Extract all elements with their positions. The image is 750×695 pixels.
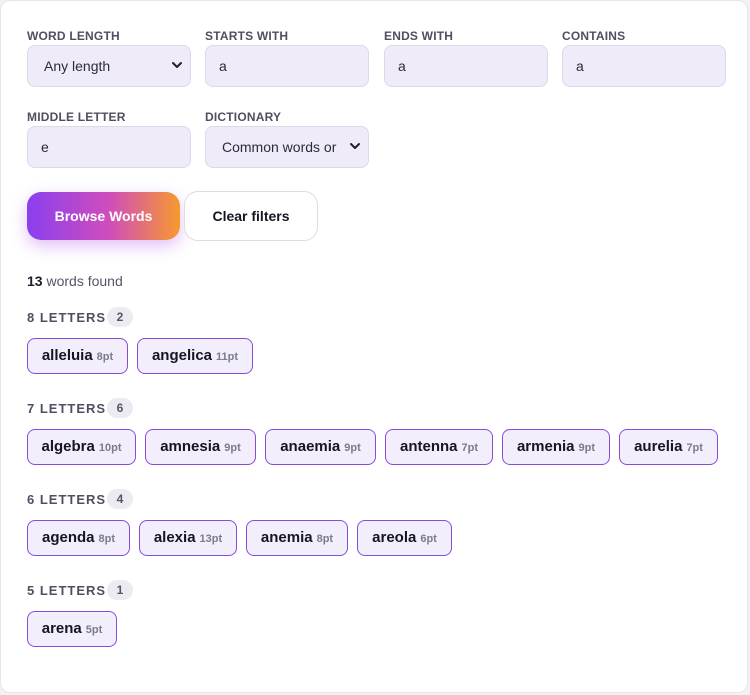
word-points: 9pt — [344, 442, 361, 454]
word-text: arena — [41, 620, 82, 637]
group-count-badge: 6 — [107, 398, 133, 418]
group-title: 7 LETTERS — [27, 401, 107, 416]
clear-filters-button[interactable]: Clear filters — [184, 191, 318, 241]
group-count-badge: 1 — [107, 580, 133, 600]
word-points: 8pt — [316, 533, 334, 545]
word-text: angelica — [151, 347, 212, 364]
group-title: 6 LETTERS — [27, 492, 107, 507]
word-chip[interactable]: anaemia 9pt — [265, 429, 376, 465]
word-points: 5pt — [85, 624, 103, 636]
word-points: 9pt — [578, 442, 596, 454]
word-chip[interactable]: armenia 9pt — [502, 429, 610, 465]
browse-words-button[interactable]: Browse Words — [27, 192, 180, 240]
contains-label: CONTAINS — [562, 29, 626, 43]
word-points: 13pt — [199, 533, 223, 545]
word-chip[interactable]: alleluia 8pt — [27, 338, 128, 374]
results-count-number: 13 — [27, 273, 43, 289]
word-text: antenna — [399, 438, 458, 455]
word-points: 7pt — [461, 442, 479, 454]
word-text: amnesia — [160, 438, 221, 455]
group-title: 8 LETTERS — [27, 310, 107, 325]
word-length-value: Any length — [44, 58, 111, 74]
chevron-down-icon — [350, 143, 360, 149]
group-title: 5 LETTERS — [27, 583, 107, 598]
word-chip[interactable]: anemia 8pt — [246, 520, 348, 556]
word-points: 10pt — [98, 442, 122, 454]
word-chip[interactable]: amnesia 9pt — [145, 429, 256, 465]
word-points: 6pt — [420, 533, 437, 545]
contains-input[interactable]: a — [562, 45, 726, 87]
middle-letter-label: MIDDLE LETTER — [27, 110, 126, 124]
word-text: agenda — [41, 529, 95, 546]
word-chip[interactable]: agenda 8pt — [27, 520, 130, 556]
word-length-label: WORD LENGTH — [27, 29, 120, 43]
word-length-select[interactable]: Any length — [27, 45, 191, 87]
word-text: alleluia — [41, 347, 93, 364]
chevron-down-icon — [172, 62, 182, 68]
word-chip[interactable]: arena 5pt — [27, 611, 117, 647]
middle-letter-input[interactable]: e — [27, 126, 191, 168]
results-count: 13 words found — [27, 273, 123, 289]
word-text: alexia — [153, 529, 196, 546]
group-count-badge: 4 — [107, 489, 133, 509]
dictionary-value: Common words or — [222, 139, 337, 155]
word-text: aurelia — [634, 438, 683, 455]
dictionary-label: DICTIONARY — [205, 110, 282, 124]
starts-with-input[interactable]: a — [205, 45, 369, 87]
word-chip[interactable]: algebra 10pt — [27, 429, 136, 465]
group-count-badge: 2 — [107, 307, 133, 327]
word-text: anemia — [260, 529, 313, 546]
word-chip[interactable]: areola 6pt — [357, 520, 452, 556]
ends-with-input[interactable]: a — [384, 45, 548, 87]
word-points: 9pt — [224, 442, 241, 454]
dictionary-select[interactable]: Common words or — [205, 126, 369, 168]
word-text: algebra — [41, 438, 95, 455]
results-count-suffix: words found — [42, 273, 123, 289]
word-finder-panel: WORD LENGTH Any length STARTS WITH a END… — [0, 0, 748, 693]
word-chip[interactable]: aurelia 7pt — [619, 429, 718, 465]
ends-with-label: ENDS WITH — [384, 29, 454, 43]
starts-with-label: STARTS WITH — [205, 29, 289, 43]
word-chip[interactable]: angelica 11pt — [137, 338, 253, 374]
word-text: anaemia — [280, 438, 341, 455]
word-points: 8pt — [96, 351, 114, 363]
word-points: 8pt — [98, 533, 116, 545]
word-chip[interactable]: antenna 7pt — [385, 429, 493, 465]
word-text: areola — [372, 529, 417, 546]
word-chip[interactable]: alexia 13pt — [139, 520, 237, 556]
word-points: 7pt — [686, 442, 703, 454]
word-points: 11pt — [216, 351, 239, 363]
word-text: armenia — [516, 438, 575, 455]
